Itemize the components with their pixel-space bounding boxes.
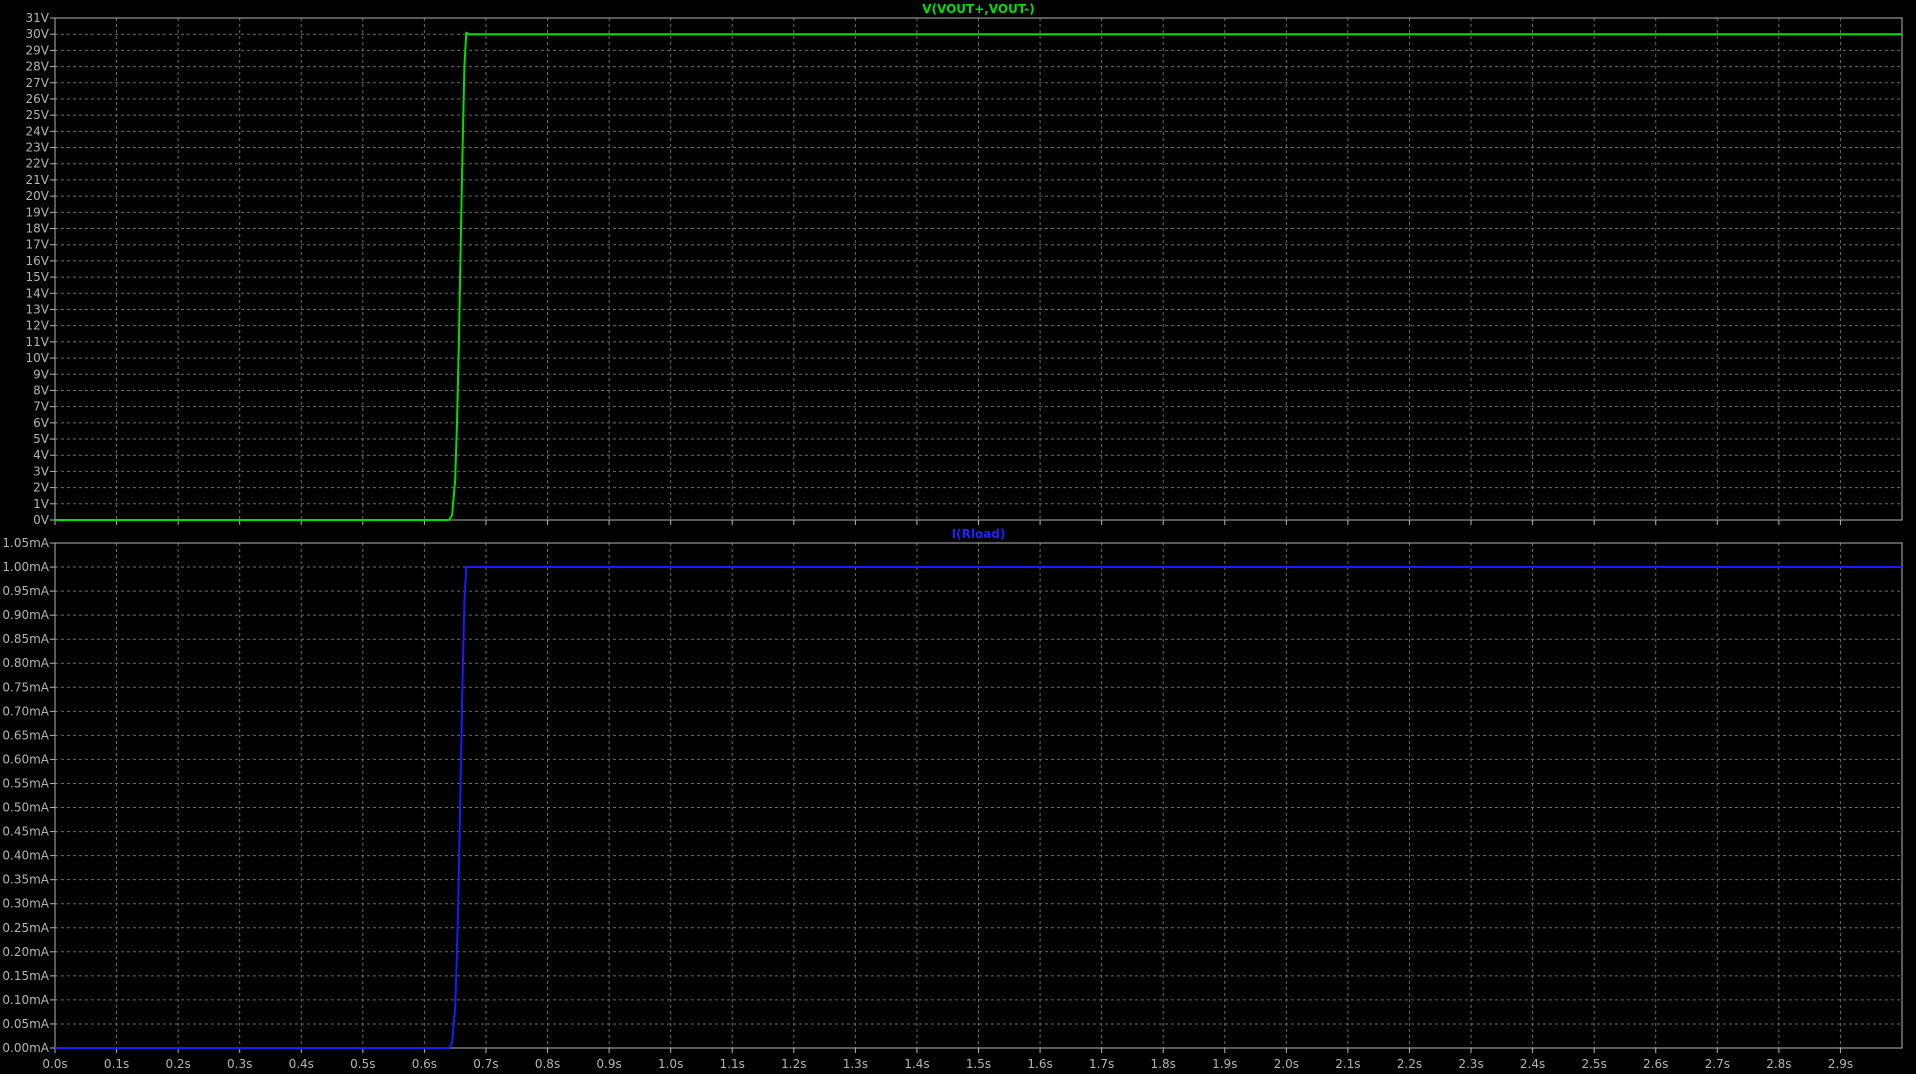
y-tick-label: 0.05mA [2, 1017, 49, 1031]
x-tick-label: 0.4s [289, 1057, 314, 1071]
y-tick-label: 0.30mA [2, 897, 49, 911]
trace-title: I(Rload) [952, 527, 1006, 541]
x-tick-label: 0.5s [350, 1057, 375, 1071]
y-tick-label: 12V [26, 319, 50, 333]
x-tick-label: 2.0s [1274, 1057, 1299, 1071]
y-tick-label: 20V [26, 189, 50, 203]
trace-title: V(VOUT+,VOUT-) [922, 2, 1035, 16]
y-tick-label: 27V [26, 76, 50, 90]
x-tick-label: 1.9s [1212, 1057, 1237, 1071]
x-tick-label: 0.2s [165, 1057, 190, 1071]
x-tick-label: 2.1s [1335, 1057, 1360, 1071]
x-tick-label: 2.8s [1766, 1057, 1791, 1071]
x-tick-label: 1.3s [843, 1057, 868, 1071]
y-tick-label: 0.95mA [2, 584, 49, 598]
y-tick-label: 10V [26, 351, 50, 365]
y-tick-label: 19V [26, 205, 50, 219]
y-tick-label: 0.80mA [2, 656, 49, 670]
chart-pane-2: 0.00mA 0.05mA 0.10mA 0.15mA 0.20mA 0.25mA 0.30… [2, 527, 1903, 1071]
y-tick-label: 0.90mA [2, 608, 49, 622]
x-tick-label: 1.5s [966, 1057, 991, 1071]
x-tick-label: 2.7s [1705, 1057, 1730, 1071]
x-tick-label: 2.4s [1520, 1057, 1545, 1071]
y-tick-label: 0.70mA [2, 704, 49, 718]
x-tick-label: 0.0s [42, 1057, 67, 1071]
x-tick-label: 0.7s [473, 1057, 498, 1071]
x-tick-label: 1.2s [781, 1057, 806, 1071]
y-tick-label: 0.00mA [2, 1041, 49, 1055]
y-tick-label: 0.35mA [2, 873, 49, 887]
y-tick-label: 21V [26, 173, 50, 187]
y-tick-label: 23V [26, 141, 50, 155]
x-tick-label: 0.1s [104, 1057, 129, 1071]
y-tick-label: 11V [26, 335, 50, 349]
y-tick-label: 9V [33, 367, 50, 381]
y-tick-label: 7V [33, 400, 50, 414]
x-tick-label: 1.7s [1089, 1057, 1114, 1071]
x-tick-label: 2.5s [1581, 1057, 1606, 1071]
x-tick-label: 0.9s [596, 1057, 621, 1071]
y-tick-label: 1.00mA [2, 560, 49, 574]
y-tick-label: 16V [26, 254, 50, 268]
y-tick-label: 0.55mA [2, 776, 49, 790]
waveform-viewer: 0V 1V 2V 3V 4V 5V 6V 7V 8V 9V 10V 11V 12V 13V 14V 15V 16… [2, 2, 1903, 1071]
y-tick-label: 28V [26, 60, 50, 74]
y-tick-label: 0.75mA [2, 680, 49, 694]
chart-pane-1: 0V 1V 2V 3V 4V 5V 6V 7V 8V 9V 10V 11V 12V 13V 14V 15V 16… [26, 2, 1903, 527]
x-tick-label: 1.1s [720, 1057, 745, 1071]
x-tick-label: 1.4s [904, 1057, 929, 1071]
y-tick-label: 4V [33, 448, 50, 462]
y-tick-label: 8V [33, 383, 50, 397]
y-tick-label: 5V [33, 432, 50, 446]
x-tick-label: 1.0s [658, 1057, 683, 1071]
x-tick-label: 1.6s [1027, 1057, 1052, 1071]
x-tick-label: 1.8s [1151, 1057, 1176, 1071]
y-tick-label: 25V [26, 108, 50, 122]
x-tick-label: 0.8s [535, 1057, 560, 1071]
y-tick-label: 24V [26, 124, 50, 138]
y-tick-label: 0.65mA [2, 728, 49, 742]
y-tick-label: 0.10mA [2, 993, 49, 1007]
y-tick-label: 26V [26, 92, 50, 106]
y-tick-label: 1V [33, 497, 50, 511]
y-tick-label: 0.15mA [2, 969, 49, 983]
y-tick-label: 0.85mA [2, 632, 49, 646]
y-tick-label: 0.25mA [2, 921, 49, 935]
y-tick-label: 0.20mA [2, 945, 49, 959]
y-tick-label: 0.40mA [2, 849, 49, 863]
y-tick-label: 3V [33, 464, 50, 478]
y-tick-label: 30V [26, 27, 50, 41]
y-tick-label: 0V [33, 513, 50, 527]
y-tick-label: 17V [26, 238, 50, 252]
y-tick-label: 22V [26, 157, 50, 171]
y-tick-label: 0.45mA [2, 825, 49, 839]
y-tick-label: 0.60mA [2, 752, 49, 766]
y-tick-label: 31V [26, 11, 50, 25]
x-tick-label: 0.6s [412, 1057, 437, 1071]
y-tick-label: 6V [33, 416, 50, 430]
x-tick-label: 2.3s [1458, 1057, 1483, 1071]
x-tick-label: 2.6s [1643, 1057, 1668, 1071]
y-tick-label: 18V [26, 222, 50, 236]
x-tick-label: 2.2s [1397, 1057, 1422, 1071]
y-tick-label: 1.05mA [2, 536, 49, 550]
x-tick-label: 2.9s [1828, 1057, 1853, 1071]
y-tick-label: 29V [26, 43, 50, 57]
y-tick-label: 2V [33, 481, 50, 495]
y-tick-label: 13V [26, 302, 50, 316]
y-tick-label: 15V [26, 270, 50, 284]
y-tick-label: 14V [26, 286, 50, 300]
y-tick-label: 0.50mA [2, 801, 49, 815]
x-tick-label: 0.3s [227, 1057, 252, 1071]
